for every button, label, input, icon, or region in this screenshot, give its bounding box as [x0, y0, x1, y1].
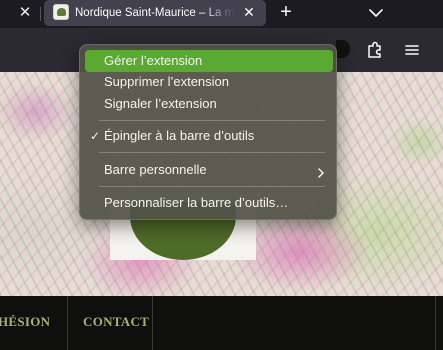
menu-item-label: Barre personnelle: [104, 162, 207, 177]
menu-separator: [99, 152, 325, 153]
nav-divider: [67, 296, 68, 350]
nav-divider: [152, 296, 153, 350]
menu-item-pin-to-toolbar[interactable]: ✓ Épingler à la barre d’outils: [85, 125, 333, 147]
checkmark-icon: ✓: [90, 129, 101, 143]
menu-item-report-extension[interactable]: Signaler l’extension: [85, 93, 333, 115]
tab-title: Nordique Saint-Maurice – La ma: [75, 7, 235, 19]
close-icon[interactable]: ✕: [16, 4, 34, 22]
browser-window: ✕ Nordique Saint-Maurice – La ma ✕ + HÉS…: [0, 0, 443, 350]
hamburger-menu-icon[interactable]: [401, 39, 423, 61]
tab-strip: ✕ Nordique Saint-Maurice – La ma ✕ +: [0, 0, 443, 28]
puzzle-piece-icon[interactable]: [364, 39, 386, 61]
menu-item-label: Personnaliser la barre d’outils…: [104, 195, 289, 210]
tab-divider: [40, 7, 41, 21]
menu-separator: [99, 120, 325, 121]
menu-item-label: Gérer l’extension: [104, 53, 203, 68]
menu-item-customize-toolbar[interactable]: Personnaliser la barre d’outils…: [85, 192, 333, 214]
tab-close-icon[interactable]: ✕: [241, 4, 257, 20]
chevron-right-icon: [315, 164, 327, 178]
menu-item-manage-extension[interactable]: Gérer l’extension: [85, 50, 333, 72]
tab-active[interactable]: Nordique Saint-Maurice – La ma ✕: [44, 0, 266, 26]
menu-item-label: Supprimer l’extension: [104, 74, 230, 89]
menu-item-remove-extension[interactable]: Supprimer l’extension: [85, 71, 333, 93]
site-nav-bar: HÉSION CONTACT: [0, 296, 443, 350]
site-favicon-icon: [53, 4, 69, 20]
chevron-down-icon[interactable]: [366, 3, 386, 23]
new-tab-button[interactable]: +: [275, 1, 297, 23]
nav-link-adhesion[interactable]: HÉSION: [0, 314, 50, 330]
menu-item-label: Épingler à la barre d’outils: [104, 128, 255, 143]
nav-divider: [435, 296, 436, 350]
extension-icon[interactable]: [336, 40, 350, 58]
menu-item-bookmarks-toolbar[interactable]: Barre personnelle: [85, 159, 333, 181]
nav-link-contact[interactable]: CONTACT: [83, 314, 149, 330]
menu-separator: [99, 186, 325, 187]
extension-context-menu: Gérer l’extension Supprimer l’extension …: [79, 44, 337, 220]
menu-item-label: Signaler l’extension: [104, 96, 217, 111]
